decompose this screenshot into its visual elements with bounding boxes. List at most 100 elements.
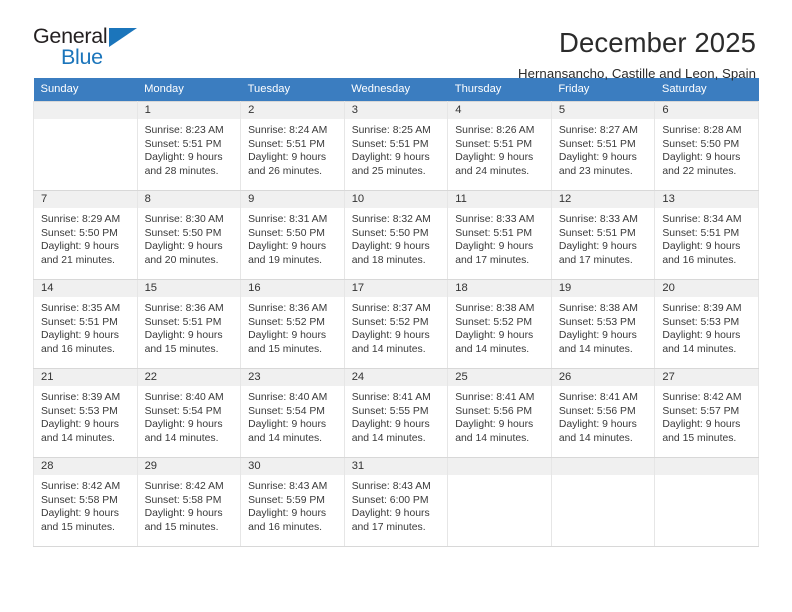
calendar-day-cell[interactable]: 14 Sunrise: 8:35 AM Sunset: 5:51 PM Dayligh… — [33, 279, 138, 369]
calendar-day-cell[interactable]: 4 Sunrise: 8:26 AM Sunset: 5:51 PM Daylight… — [447, 101, 552, 191]
calendar-day-cell[interactable]: 6 Sunrise: 8:28 AM Sunset: 5:50 PM Daylight… — [654, 101, 759, 191]
day-details: Sunrise: 8:36 AM Sunset: 5:52 PM Daylight:… — [241, 297, 344, 356]
sunrise-text: Sunrise: 8:35 AM — [41, 303, 121, 314]
day-number: 4 — [448, 102, 551, 119]
calendar-day-cell[interactable]: 11 Sunrise: 8:33 AM Sunset: 5:51 PM Dayligh… — [447, 190, 552, 280]
calendar-cell-empty — [550, 457, 656, 547]
calendar-day-cell[interactable]: 10 Sunrise: 8:32 AM Sunset: 5:50 PM Dayligh… — [343, 190, 449, 280]
daylight-text-line1: Daylight: 9 hours — [455, 330, 534, 342]
sunrise-text: Sunrise: 8:26 AM — [455, 125, 535, 136]
calendar-day-cell[interactable]: 29 Sunrise: 8:42 AM Sunset: 5:58 PM Dayligh… — [136, 457, 242, 547]
sunset-text: Sunset: 5:51 PM — [144, 138, 222, 150]
calendar-day-cell[interactable]: 19 Sunrise: 8:38 AM Sunset: 5:53 PM Dayligh… — [550, 279, 656, 369]
calendar-week-row: 21 Sunrise: 8:39 AM Sunset: 5:53 PM Dayligh… — [33, 368, 759, 458]
daylight-text-line1: Daylight: 9 hours — [144, 241, 223, 253]
calendar-week-row: 7 Sunrise: 8:29 AM Sunset: 5:50 PM Daylight… — [33, 190, 759, 280]
daylight-text-line2: and 19 minutes. — [248, 254, 323, 266]
sunset-text: Sunset: 5:53 PM — [41, 405, 118, 417]
day-details: Sunrise: 8:33 AM Sunset: 5:51 PM Daylight:… — [448, 208, 551, 267]
sunset-text: Sunset: 5:51 PM — [455, 227, 533, 239]
sunrise-text: Sunrise: 8:24 AM — [248, 125, 328, 136]
calendar-day-cell[interactable]: 30 Sunrise: 8:43 AM Sunset: 5:59 PM Dayligh… — [240, 457, 345, 547]
calendar-day-cell[interactable]: 1 Sunrise: 8:23 AM Sunset: 5:51 PM Daylight… — [136, 101, 242, 191]
daylight-text-line2: and 16 minutes. — [662, 254, 737, 266]
weekday-header-wednesday: Wednesday — [344, 78, 448, 102]
day-details: Sunrise: 8:37 AM Sunset: 5:52 PM Daylight:… — [345, 297, 448, 356]
daylight-text-line1: Daylight: 9 hours — [248, 330, 327, 342]
daylight-text-line1: Daylight: 9 hours — [144, 508, 223, 520]
calendar-day-cell[interactable]: 17 Sunrise: 8:37 AM Sunset: 5:52 PM Dayligh… — [343, 279, 449, 369]
calendar-day-cell[interactable]: 13 Sunrise: 8:34 AM Sunset: 5:51 PM Dayligh… — [654, 190, 759, 280]
day-number: 23 — [241, 369, 344, 386]
daylight-text-line1: Daylight: 9 hours — [41, 330, 119, 342]
calendar-day-cell[interactable]: 2 Sunrise: 8:24 AM Sunset: 5:51 PM Daylight… — [240, 101, 345, 191]
sunrise-text: Sunrise: 8:27 AM — [558, 125, 638, 136]
daylight-text-line2: and 26 minutes. — [248, 165, 323, 177]
sunrise-text: Sunrise: 8:38 AM — [455, 303, 535, 314]
sunset-text: Sunset: 6:00 PM — [351, 494, 429, 506]
calendar-week-row: 14 Sunrise: 8:35 AM Sunset: 5:51 PM Dayligh… — [33, 279, 759, 369]
calendar-day-cell[interactable]: 18 Sunrise: 8:38 AM Sunset: 5:52 PM Dayligh… — [447, 279, 552, 369]
calendar-day-cell[interactable]: 16 Sunrise: 8:36 AM Sunset: 5:52 PM Dayligh… — [240, 279, 345, 369]
day-number: 30 — [241, 458, 344, 475]
calendar-day-cell[interactable]: 7 Sunrise: 8:29 AM Sunset: 5:50 PM Daylight… — [33, 190, 138, 280]
page-title: December 2025 — [559, 27, 756, 58]
sunrise-text: Sunrise: 8:43 AM — [248, 481, 328, 492]
day-details: Sunrise: 8:27 AM Sunset: 5:51 PM Daylight:… — [552, 119, 655, 178]
day-details: Sunrise: 8:41 AM Sunset: 5:56 PM Daylight:… — [448, 386, 551, 445]
daylight-text-line2: and 18 minutes. — [351, 254, 426, 266]
sunset-text: Sunset: 5:51 PM — [455, 138, 533, 150]
calendar-cell-empty — [654, 457, 759, 547]
calendar-day-cell[interactable]: 23 Sunrise: 8:40 AM Sunset: 5:54 PM Dayligh… — [240, 368, 345, 458]
daylight-text-line1: Daylight: 9 hours — [144, 330, 223, 342]
sunset-text: Sunset: 5:56 PM — [455, 405, 533, 417]
sunrise-text: Sunrise: 8:33 AM — [455, 214, 535, 225]
daylight-text-line1: Daylight: 9 hours — [662, 330, 741, 342]
daylight-text-line1: Daylight: 9 hours — [41, 419, 119, 431]
weekday-header-tuesday: Tuesday — [240, 78, 345, 102]
calendar-day-cell[interactable]: 12 Sunrise: 8:33 AM Sunset: 5:51 PM Dayligh… — [550, 190, 656, 280]
daylight-text-line1: Daylight: 9 hours — [558, 419, 637, 431]
weekday-header-friday: Friday — [551, 78, 655, 102]
sunset-text: Sunset: 5:55 PM — [351, 405, 429, 417]
sunset-text: Sunset: 5:56 PM — [558, 405, 636, 417]
logo-text-blue: Blue — [61, 44, 103, 69]
title-block: December 2025 Hernansancho, Castille and… — [518, 26, 756, 81]
calendar-day-cell[interactable]: 8 Sunrise: 8:30 AM Sunset: 5:50 PM Daylight… — [136, 190, 242, 280]
calendar-day-cell[interactable]: 28 Sunrise: 8:42 AM Sunset: 5:58 PM Dayligh… — [33, 457, 138, 547]
calendar-day-cell[interactable]: 22 Sunrise: 8:40 AM Sunset: 5:54 PM Dayligh… — [136, 368, 242, 458]
day-details: Sunrise: 8:40 AM Sunset: 5:54 PM Daylight:… — [241, 386, 344, 445]
generalblue-logo[interactable]: General Blue — [33, 25, 151, 72]
calendar-table: Sunday Monday Tuesday Wednesday Thursday Frid… — [33, 78, 759, 547]
sunrise-text: Sunrise: 8:41 AM — [455, 392, 535, 403]
daylight-text-line2: and 15 minutes. — [144, 343, 219, 355]
daylight-text-line1: Daylight: 9 hours — [351, 241, 430, 253]
sunset-text: Sunset: 5:51 PM — [144, 316, 222, 328]
calendar-day-cell[interactable]: 26 Sunrise: 8:41 AM Sunset: 5:56 PM Dayligh… — [550, 368, 656, 458]
calendar-day-cell[interactable]: 15 Sunrise: 8:36 AM Sunset: 5:51 PM Dayligh… — [136, 279, 242, 369]
calendar-day-cell[interactable]: 5 Sunrise: 8:27 AM Sunset: 5:51 PM Daylight… — [550, 101, 656, 191]
daylight-text-line2: and 23 minutes. — [558, 165, 633, 177]
calendar-day-cell[interactable]: 9 Sunrise: 8:31 AM Sunset: 5:50 PM Daylight… — [240, 190, 345, 280]
calendar-day-cell[interactable]: 27 Sunrise: 8:42 AM Sunset: 5:57 PM Dayligh… — [654, 368, 759, 458]
daylight-text-line1: Daylight: 9 hours — [351, 152, 430, 164]
calendar-day-cell[interactable]: 20 Sunrise: 8:39 AM Sunset: 5:53 PM Dayligh… — [654, 279, 759, 369]
sunrise-text: Sunrise: 8:42 AM — [662, 392, 742, 403]
daylight-text-line1: Daylight: 9 hours — [455, 419, 534, 431]
calendar-day-cell[interactable]: 3 Sunrise: 8:25 AM Sunset: 5:51 PM Daylight… — [343, 101, 449, 191]
calendar-day-cell[interactable]: 31 Sunrise: 8:43 AM Sunset: 6:00 PM Dayligh… — [343, 457, 449, 547]
calendar-cell-empty — [33, 101, 138, 191]
day-number: 17 — [344, 280, 448, 297]
day-number: 31 — [344, 458, 448, 475]
sunrise-text: Sunrise: 8:36 AM — [248, 303, 328, 314]
sunset-text: Sunset: 5:54 PM — [144, 405, 222, 417]
day-details: Sunrise: 8:41 AM Sunset: 5:56 PM Daylight:… — [552, 386, 655, 445]
day-number: 8 — [137, 191, 241, 208]
calendar-day-cell[interactable]: 21 Sunrise: 8:39 AM Sunset: 5:53 PM Dayligh… — [33, 368, 138, 458]
day-number: 26 — [551, 369, 655, 386]
sunset-text: Sunset: 5:50 PM — [248, 227, 325, 239]
sunset-text: Sunset: 5:51 PM — [662, 227, 740, 239]
calendar-day-cell[interactable]: 24 Sunrise: 8:41 AM Sunset: 5:55 PM Dayligh… — [343, 368, 449, 458]
day-number: 12 — [551, 191, 655, 208]
calendar-day-cell[interactable]: 25 Sunrise: 8:41 AM Sunset: 5:56 PM Dayligh… — [447, 368, 552, 458]
